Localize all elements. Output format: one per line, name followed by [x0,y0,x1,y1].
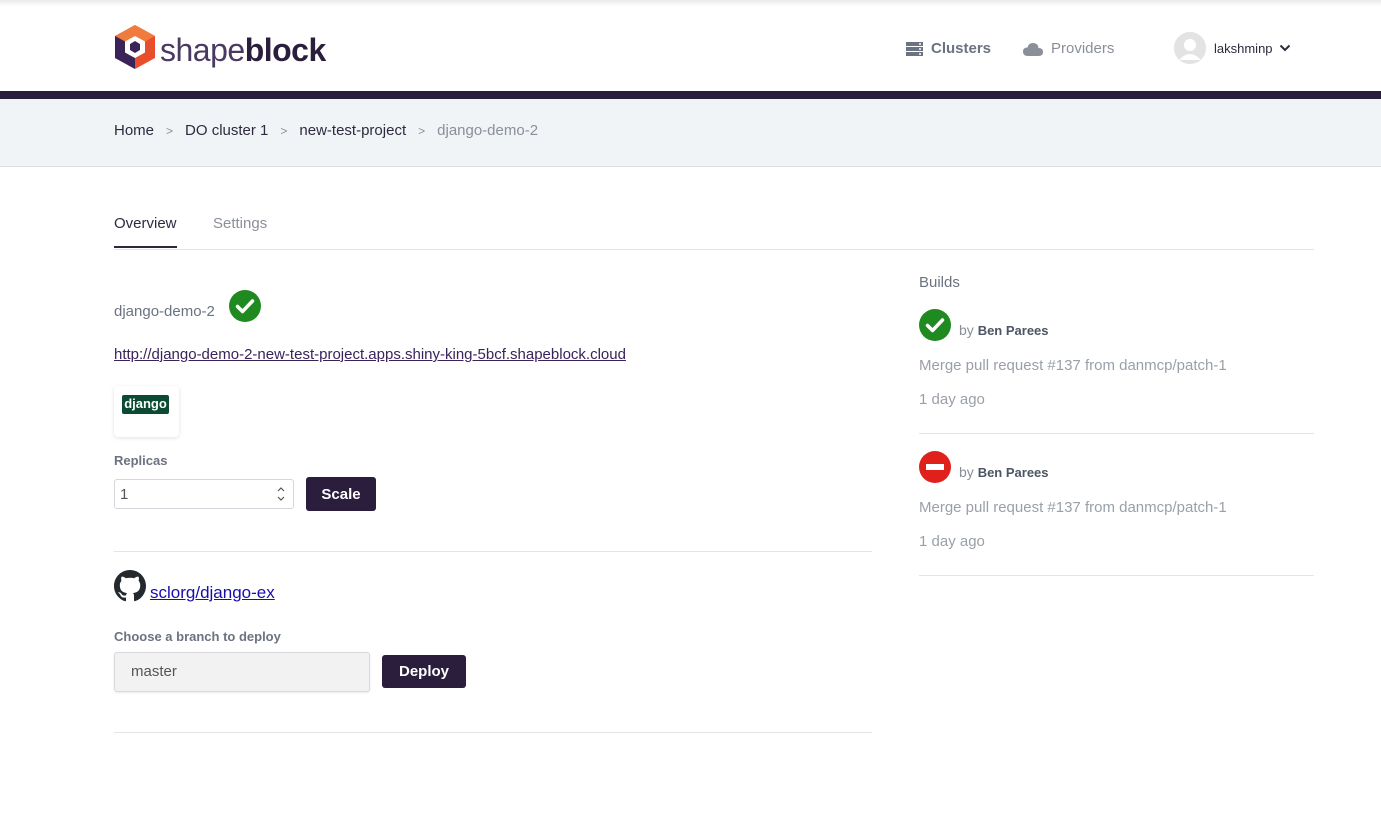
builds-title: Builds [919,274,960,291]
app-name: django-demo-2 [114,303,215,320]
logo-wordmark: shapeblock [160,34,326,66]
replicas-value: 1 [120,486,129,503]
nav-clusters-label: Clusters [931,40,992,57]
by-label: by [959,322,974,338]
scale-button[interactable]: Scale [306,477,376,511]
server-icon [906,41,923,56]
breadcrumb: Home > DO cluster 1 > new-test-project >… [114,122,538,139]
breadcrumb-current: django-demo-2 [437,122,539,139]
branch-input[interactable]: master [114,652,370,692]
breadcrumb-separator: > [280,123,288,138]
breadcrumb-cluster[interactable]: DO cluster 1 [185,122,268,139]
build-failed-icon [919,451,951,488]
divider [114,732,872,733]
breadcrumb-project[interactable]: new-test-project [299,122,406,139]
username: lakshminp [1214,40,1273,56]
framework-card: django [114,386,179,437]
status-check-icon [229,290,261,327]
divider [114,551,872,552]
tab-overview[interactable]: Overview [114,215,177,248]
nav-providers-label: Providers [1051,40,1115,57]
cloud-icon [1023,42,1043,56]
build-author: by Ben Parees [959,464,1049,480]
build-success-icon [919,309,951,346]
github-icon [114,570,146,607]
replicas-input[interactable]: 1 [114,479,294,509]
branch-value: master [131,663,177,680]
build-message: Merge pull request #137 from danmcp/patc… [919,499,1227,516]
branch-label: Choose a branch to deploy [114,629,281,644]
build-item[interactable]: by Ben Parees Merge pull request #137 fr… [919,449,1314,576]
breadcrumb-bar: Home > DO cluster 1 > new-test-project >… [0,99,1381,167]
deploy-button[interactable]: Deploy [382,655,466,688]
build-message: Merge pull request #137 from danmcp/patc… [919,357,1227,374]
build-author: by Ben Parees [959,322,1049,338]
breadcrumb-separator: > [166,123,174,138]
logo-hex-icon [114,24,156,75]
nav-clusters[interactable]: Clusters [906,40,991,57]
tab-settings[interactable]: Settings [213,215,267,246]
repo-link[interactable]: sclorg/django-ex [150,583,275,603]
tab-bar: Overview Settings [114,212,1314,250]
build-item[interactable]: by Ben Parees Merge pull request #137 fr… [919,307,1314,434]
header-accent-bar [0,91,1381,99]
chevron-down-icon [1279,44,1291,52]
breadcrumb-separator: > [418,123,426,138]
app-url-link[interactable]: http://django-demo-2-new-test-project.ap… [114,346,626,363]
by-label: by [959,464,974,480]
django-logo: django [122,395,169,414]
avatar [1174,32,1206,64]
build-time: 1 day ago [919,533,985,550]
replicas-label: Replicas [114,453,168,468]
shapeblock-logo[interactable]: shapeblock [114,24,326,75]
breadcrumb-home[interactable]: Home [114,122,154,139]
author-name: Ben Parees [977,323,1049,338]
nav-providers[interactable]: Providers [1023,40,1114,57]
author-name: Ben Parees [977,465,1049,480]
logo-text-block: block [244,31,327,68]
user-menu[interactable]: lakshminp [1174,32,1291,64]
logo-text-shape: shape [160,31,245,68]
build-time: 1 day ago [919,391,985,408]
stepper-arrows[interactable] [277,484,285,504]
